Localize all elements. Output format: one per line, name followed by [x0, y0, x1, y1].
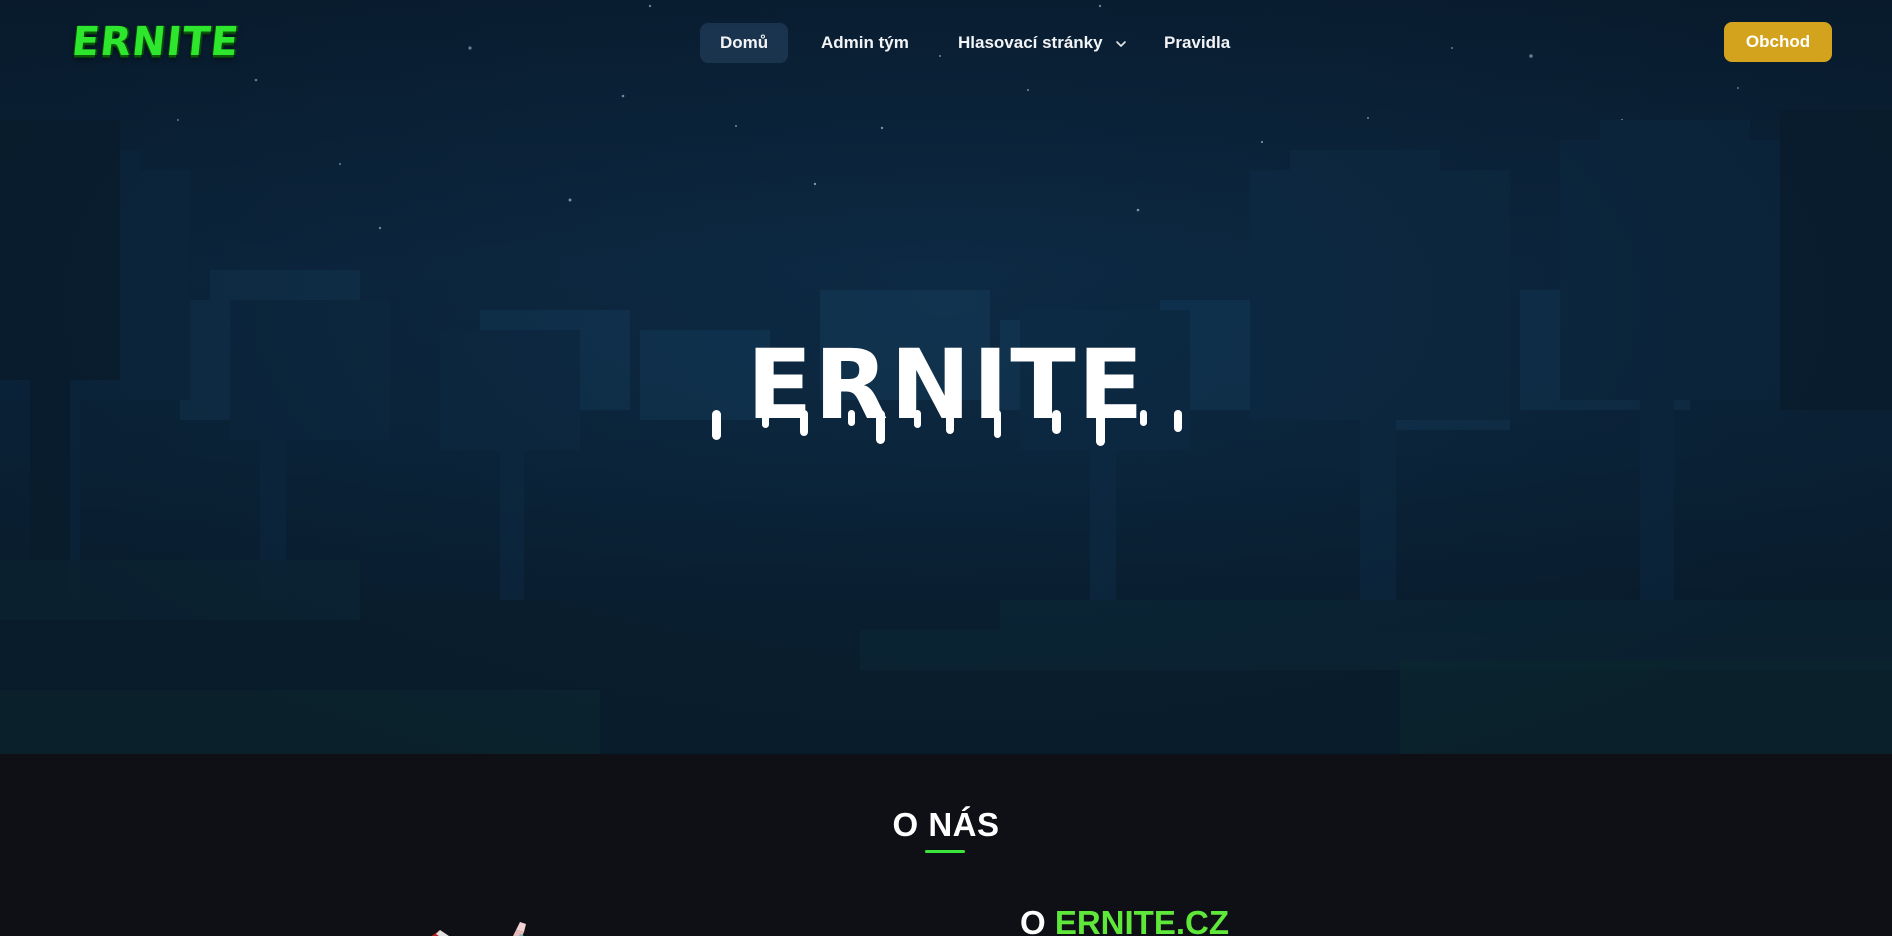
tnt-icon: [431, 930, 449, 936]
main-menu: Domů Admin tým Hlasovací stránky Pravidl…: [0, 23, 1892, 63]
top-navbar: ERNITE Domů Admin tým Hlasovací stránky …: [0, 0, 1892, 84]
sword-icon: [513, 922, 526, 936]
nav-item-vote-sites[interactable]: Hlasovací stránky: [938, 23, 1147, 63]
about-heading: O NÁS: [892, 806, 1000, 843]
shop-button[interactable]: Obchod: [1724, 22, 1832, 62]
nav-item-rules[interactable]: Pravidla: [1144, 23, 1250, 63]
chevron-down-icon: [1116, 40, 1127, 47]
nav-item-admin-team[interactable]: Admin tým: [801, 23, 929, 63]
hero-title-logo: ERNITE: [712, 340, 1182, 446]
about-subheading-brand: ERNITE.CZ: [1054, 904, 1230, 936]
nav-item-home[interactable]: Domů: [700, 23, 789, 63]
nav-item-vote-sites-label: Hlasovací stránky: [958, 33, 1103, 52]
about-subheading: O ERNITE.CZ: [1020, 904, 1229, 936]
about-section: O NÁS O ERNITE.CZ: [0, 754, 1892, 936]
about-subheading-prefix: O: [1020, 904, 1055, 936]
minecraft-items-image: [431, 922, 526, 936]
about-heading-underline: [925, 850, 965, 853]
hero-section: ERNITE: [0, 0, 1892, 754]
